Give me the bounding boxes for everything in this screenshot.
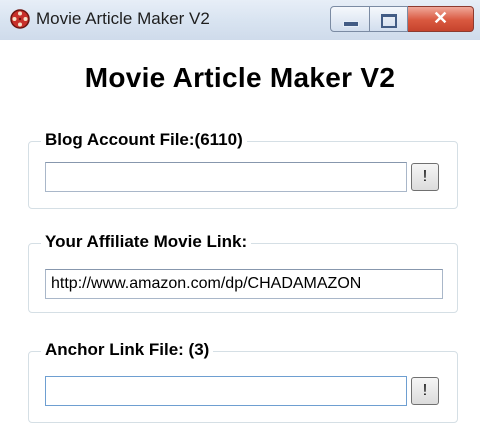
blog-account-browse-button[interactable]: ! <box>411 163 439 191</box>
affiliate-link-label: Your Affiliate Movie Link: <box>41 232 252 252</box>
page-title: Movie Article Maker V2 <box>84 62 396 93</box>
minimize-button[interactable] <box>330 6 370 32</box>
film-reel-icon[interactable] <box>9 8 31 30</box>
blog-account-input[interactable] <box>45 162 407 192</box>
anchor-link-input[interactable] <box>45 376 407 406</box>
app-window: Movie Article Maker V2 ✕ Movie Article M… <box>0 0 480 443</box>
close-button[interactable]: ✕ <box>408 6 474 32</box>
anchor-link-group: Anchor Link File: (3) ! <box>28 340 458 423</box>
affiliate-link-group: Your Affiliate Movie Link: <box>28 232 458 313</box>
form-body: Movie Article Maker V2 Blog Account File… <box>0 40 480 443</box>
maximize-icon <box>381 14 397 28</box>
minimize-icon <box>343 21 359 27</box>
blog-account-group: Blog Account File:(6110) ! <box>28 130 458 209</box>
affiliate-link-input[interactable] <box>45 269 443 299</box>
anchor-link-browse-button[interactable]: ! <box>411 377 439 405</box>
title-bar[interactable]: Movie Article Maker V2 ✕ <box>0 0 480 40</box>
window-title: Movie Article Maker V2 <box>36 9 210 28</box>
anchor-link-label: Anchor Link File: (3) <box>41 340 214 360</box>
close-icon: ✕ <box>432 8 449 28</box>
blog-account-label: Blog Account File:(6110) <box>41 130 247 150</box>
maximize-button[interactable] <box>370 6 408 32</box>
